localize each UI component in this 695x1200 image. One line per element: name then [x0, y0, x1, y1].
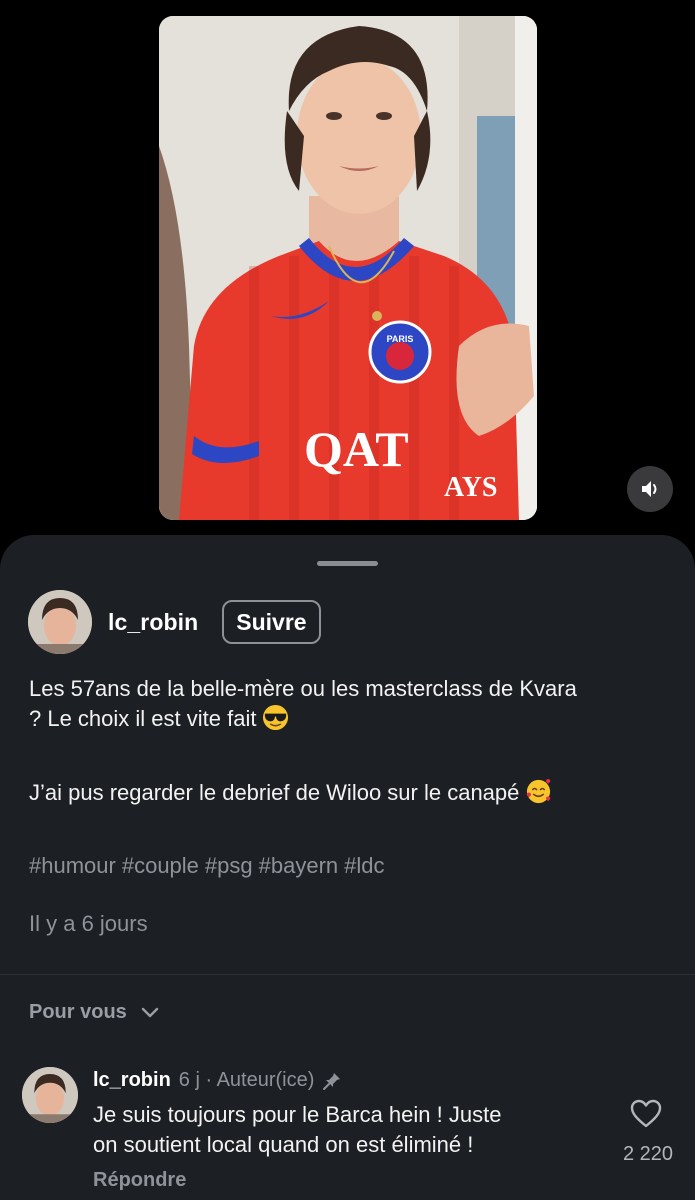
sound-toggle-button[interactable] [627, 466, 673, 512]
badge-text: PARIS [387, 334, 414, 344]
avatar-image [28, 590, 92, 654]
author-username[interactable]: lc_robin [108, 609, 198, 636]
comment-meta: 6 j · Auteur(ice) [178, 1069, 315, 1091]
caption-line-1: Les 57ans de la belle-mère ou les master… [29, 676, 577, 701]
pin-icon [323, 1072, 341, 1090]
author-row: lc_robin Suivre [28, 590, 321, 654]
hashtag-link[interactable]: #couple [122, 853, 199, 878]
video-preview[interactable]: PARIS QAT AYS [159, 16, 537, 520]
commenter-avatar[interactable] [22, 1067, 78, 1123]
chevron-down-icon [141, 1007, 158, 1017]
caption-line-2: ? Le choix il est vite fait [29, 706, 257, 731]
speaker-icon [642, 481, 657, 497]
caption-line-3: J’ai pus regarder le debrief de Wiloo su… [29, 780, 520, 805]
video-frame-illustration: PARIS QAT AYS [159, 16, 537, 520]
avatar-image [22, 1067, 78, 1123]
comment-line-1: Je suis toujours pour le Barca hein ! Ju… [93, 1102, 502, 1127]
commenter-username[interactable]: lc_robin [93, 1069, 171, 1092]
hashtags: #humour #couple #psg #bayern #ldc [29, 853, 391, 879]
sheet-drag-handle[interactable] [317, 561, 378, 566]
sort-label: Pour vous [29, 1001, 127, 1023]
sponsor-text-2: AYS [444, 472, 497, 503]
comment-header: lc_robin 6 j · Auteur(ice) [93, 1069, 342, 1092]
caption-paragraph-2: J’ai pus regarder le debrief de Wiloo su… [29, 778, 679, 808]
smiling-face-with-hearts-emoji-icon [527, 778, 551, 804]
reply-button[interactable]: Répondre [93, 1169, 186, 1192]
hashtag-link[interactable]: #humour [29, 853, 116, 878]
post-details-sheet: lc_robin Suivre Les 57ans de la belle-mè… [0, 535, 695, 1200]
hashtag-link[interactable]: #ldc [344, 853, 384, 878]
post-timestamp: Il y a 6 jours [29, 911, 148, 936]
like-count: 2 220 [622, 1143, 674, 1165]
sunglasses-face-emoji-icon [263, 704, 289, 731]
follow-button[interactable]: Suivre [222, 600, 321, 644]
comment-line-2: on soutient local quand on est éliminé ! [93, 1132, 474, 1157]
caption-paragraph-1: Les 57ans de la belle-mère ou les master… [29, 674, 679, 734]
comment-body: Je suis toujours pour le Barca hein ! Ju… [93, 1100, 613, 1160]
caption-line-2-wrap: ? Le choix il est vite fait [29, 704, 679, 734]
hashtag-link[interactable]: #bayern [259, 853, 339, 878]
heart-icon[interactable] [630, 1099, 662, 1129]
comment-sort-dropdown[interactable]: Pour vous [29, 1001, 159, 1024]
hashtag-link[interactable]: #psg [205, 853, 253, 878]
author-avatar[interactable] [28, 590, 92, 654]
section-divider [0, 974, 695, 975]
screen: PARIS QAT AYS lc_robin Suivre Les 57ans … [0, 0, 695, 1200]
sponsor-text-1: QAT [304, 421, 409, 477]
